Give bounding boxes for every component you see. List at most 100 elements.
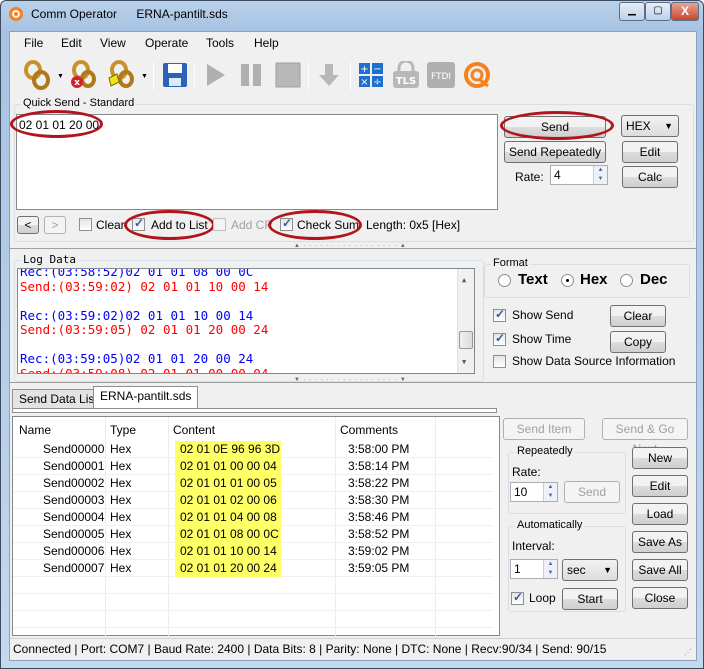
scroll-thumb[interactable] — [459, 331, 473, 349]
rate-spinner[interactable]: 4 ▲ ▼ — [550, 165, 608, 185]
send-repeatedly-button[interactable]: Send Repeatedly — [504, 141, 606, 163]
format-text-radio[interactable] — [498, 274, 511, 287]
menu-help[interactable]: Help — [254, 36, 279, 50]
table-row[interactable]: Send00002 Hex 02 01 01 01 00 05 3:58:22 PM — [13, 475, 493, 492]
table-row[interactable]: Send00000 Hex 02 01 0E 96 96 3D 3:58:00 PM — [13, 441, 493, 458]
log-copy-button[interactable]: Copy — [610, 331, 666, 353]
cell-name: Send00002 — [43, 476, 105, 490]
tab-send-data-list[interactable]: Send Data List — [12, 389, 105, 408]
interval-spinner[interactable]: 1 ▲ ▼ — [510, 559, 558, 579]
cell-comments: 3:58:30 PM — [348, 493, 410, 507]
check-sum-checkbox[interactable] — [280, 216, 293, 231]
send-data-table[interactable]: Name Type Content Comments Send00000 Hex 0… — [12, 416, 500, 645]
loop-checkbox[interactable] — [511, 590, 524, 605]
spinner-arrows-icon[interactable]: ▲ ▼ — [593, 166, 607, 184]
quick-edit-button[interactable]: Edit — [622, 141, 678, 163]
settings-dropdown-icon[interactable]: ▼ — [141, 73, 148, 80]
menu-edit[interactable]: Edit — [61, 36, 82, 50]
minimize-button[interactable]: ▁ — [619, 2, 645, 21]
calc-button[interactable]: Calc — [622, 166, 678, 188]
format-dec-radio[interactable] — [620, 274, 633, 287]
maximize-button[interactable]: ▢ — [645, 2, 671, 21]
divider — [10, 382, 696, 383]
cell-name: Send00003 — [43, 493, 105, 507]
log-data-label: Log Data — [21, 253, 78, 266]
menu-view[interactable]: View — [100, 36, 126, 50]
close-window-button[interactable]: X — [671, 2, 699, 21]
download-icon[interactable] — [314, 60, 344, 90]
list-edit-button[interactable]: Edit — [632, 475, 688, 497]
menu-tools[interactable]: Tools — [206, 36, 234, 50]
menu-file[interactable]: File — [24, 36, 43, 50]
quick-send-input[interactable]: 02 01 01 20 00 — [16, 114, 498, 210]
send-button[interactable]: Send — [504, 116, 606, 138]
resize-grip-icon[interactable]: ⋰ — [684, 643, 692, 663]
divider — [10, 248, 696, 249]
ftdi-icon[interactable]: FTDI — [426, 60, 456, 90]
connect-dropdown-icon[interactable]: ▼ — [57, 73, 64, 80]
menu-operate[interactable]: Operate — [145, 36, 188, 50]
save-icon[interactable] — [160, 60, 190, 90]
scroll-down-icon[interactable]: ▼ — [462, 355, 466, 370]
disconnect-icon[interactable]: x — [68, 60, 98, 90]
log-scrollbar[interactable]: ▲ ▼ — [457, 269, 474, 373]
repeat-send-button[interactable]: Send — [564, 481, 620, 503]
clear-checkbox[interactable] — [79, 218, 92, 231]
prev-button[interactable]: < — [17, 216, 39, 234]
list-rate-spinner[interactable]: 10 ▲ ▼ — [510, 482, 558, 502]
save-all-button[interactable]: Save All — [632, 559, 688, 581]
new-button[interactable]: New — [632, 447, 688, 469]
table-row[interactable]: Send00007 Hex 02 01 01 20 00 24 3:59:05 PM — [13, 560, 493, 577]
stop-icon[interactable] — [273, 60, 303, 90]
add-to-list-checkbox[interactable] — [132, 216, 145, 231]
cell-content: 02 01 01 10 00 14 — [180, 544, 277, 558]
connect-settings-icon[interactable] — [106, 60, 136, 90]
table-row[interactable]: Send00004 Hex 02 01 01 04 00 08 3:58:46 PM — [13, 509, 493, 526]
scroll-up-icon[interactable]: ▲ — [462, 273, 466, 288]
log-clear-button[interactable]: Clear — [610, 305, 666, 327]
format-select[interactable]: HEX ▼ — [621, 115, 679, 137]
table-row[interactable]: Send00003 Hex 02 01 01 02 00 06 3:58:30 PM — [13, 492, 493, 509]
spinner-arrows-icon[interactable]: ▲ ▼ — [543, 483, 557, 501]
show-time-checkbox[interactable] — [493, 331, 506, 346]
pause-icon[interactable] — [236, 60, 266, 90]
interval-unit-select[interactable]: sec ▼ — [562, 559, 618, 581]
start-button[interactable]: Start — [562, 588, 618, 610]
table-row[interactable]: Send00005 Hex 02 01 01 08 00 0C 3:58:52 PM — [13, 526, 493, 543]
tls-icon[interactable]: TLS — [391, 60, 421, 90]
cell-comments: 3:58:46 PM — [348, 510, 410, 524]
log-output[interactable]: Rec:(03:58:52)02 01 01 08 00 0C Send:(03:… — [17, 268, 475, 374]
send-item-button[interactable]: Send Item — [503, 418, 585, 440]
column-header-content[interactable]: Content — [173, 423, 215, 437]
app-logo-icon[interactable] — [462, 60, 492, 90]
add-to-list-label: Add to List — [151, 218, 208, 232]
next-button[interactable]: > — [44, 216, 66, 234]
list-close-button[interactable]: Close — [632, 587, 688, 609]
show-send-label: Show Send — [512, 308, 574, 322]
show-send-checkbox[interactable] — [493, 307, 506, 322]
load-button[interactable]: Load — [632, 503, 688, 525]
send-go-next-button[interactable]: Send & Go Next — [602, 418, 688, 456]
spinner-arrows-icon[interactable]: ▲ ▼ — [543, 560, 557, 578]
cell-content: 02 01 01 00 00 04 — [180, 459, 277, 473]
empty-table-row — [13, 611, 493, 628]
format-hex-radio[interactable] — [561, 274, 574, 287]
log-line-rec: Rec:(03:58:52)02 01 01 08 00 0C — [20, 268, 254, 279]
show-source-checkbox[interactable] — [493, 355, 506, 368]
tab-erna-pantilt[interactable]: ERNA-pantilt.sds — [93, 386, 199, 408]
cell-type: Hex — [110, 476, 132, 490]
table-row[interactable]: Send00001 Hex 02 01 01 00 00 04 3:58:14 PM — [13, 458, 493, 475]
play-icon[interactable] — [200, 60, 230, 90]
connect-icon[interactable] — [22, 60, 52, 90]
list-rate-value: 10 — [514, 485, 528, 499]
menu-bar: File Edit View Operate Tools Help — [10, 32, 696, 54]
save-as-button[interactable]: Save As — [632, 531, 688, 553]
format-hex-label: Hex — [580, 271, 608, 288]
column-header-name[interactable]: Name — [19, 423, 51, 437]
calculator-icon[interactable]: + − × ÷ — [356, 60, 386, 90]
column-header-type[interactable]: Type — [110, 423, 136, 437]
column-header-comments[interactable]: Comments — [340, 423, 398, 437]
add-cr-checkbox[interactable] — [213, 218, 226, 231]
status-bar: Connected | Port: COM7 | Baud Rate: 2400… — [10, 638, 696, 660]
table-row[interactable]: Send00006 Hex 02 01 01 10 00 14 3:59:02 PM — [13, 543, 493, 560]
